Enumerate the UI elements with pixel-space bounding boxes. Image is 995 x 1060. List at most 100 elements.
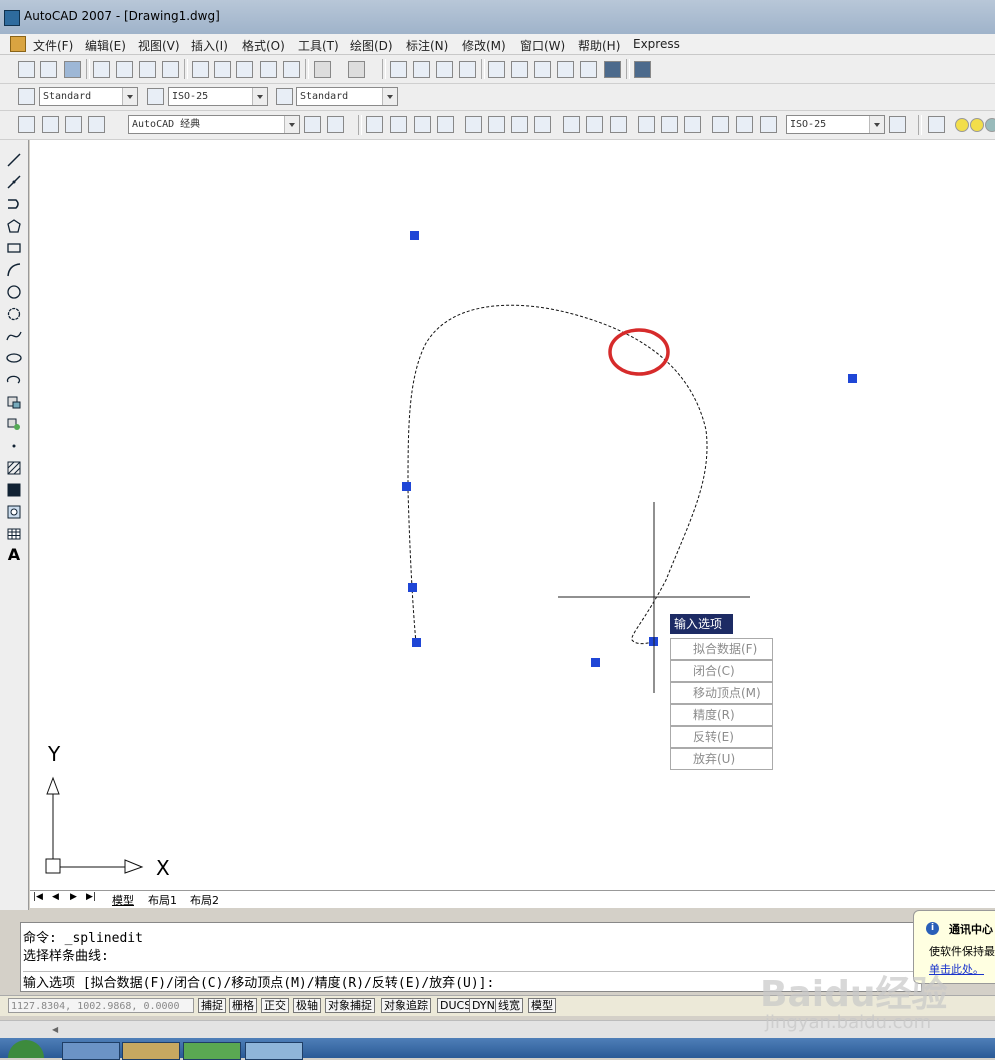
layer-previous-icon[interactable] [42,116,59,133]
drawing-canvas[interactable]: Y X [30,140,995,890]
open-icon[interactable] [40,61,57,78]
tool-palettes-icon[interactable] [534,61,551,78]
workspace-select[interactable]: AutoCAD 经典 [128,115,300,134]
control-point-grip[interactable] [591,658,600,667]
dimension-update-icon[interactable] [760,116,777,133]
option-close[interactable]: 闭合(C) [670,660,773,682]
cut-icon[interactable] [192,61,209,78]
lightbulb-icon[interactable] [955,118,969,132]
sun-icon[interactable] [970,118,984,132]
prev-tab-icon[interactable]: ◀ [52,892,59,902]
menu-format[interactable]: 格式(O) [242,37,285,54]
tolerance-icon[interactable] [661,116,678,133]
jogged-dimension-icon[interactable] [488,116,505,133]
dim-style-icon[interactable] [147,88,164,105]
spline-icon[interactable] [6,328,22,344]
calculator-icon[interactable] [604,61,621,78]
otrack-toggle[interactable]: 对象追踪 [381,998,431,1013]
ordinate-dimension-icon[interactable] [437,116,454,133]
option-reverse[interactable]: 反转(E) [670,726,773,748]
tab-model[interactable]: 模型 [112,892,134,908]
dimension-text-edit-icon[interactable] [736,116,753,133]
arc-length-icon[interactable] [414,116,431,133]
next-tab-icon[interactable]: ▶ [70,892,77,902]
freeze-icon[interactable] [985,118,995,132]
autocad-app-icon[interactable] [4,10,20,26]
pan-icon[interactable] [390,61,407,78]
selected-spline[interactable] [407,304,708,645]
quick-dimension-icon[interactable] [563,116,580,133]
markup-icon[interactable] [580,61,597,78]
option-fit-data[interactable]: 拟合数据(F) [670,638,773,660]
chevron-down-icon[interactable] [869,116,884,133]
dyn-toggle[interactable]: DYN [469,998,498,1013]
chevron-down-icon[interactable] [284,116,299,133]
revision-cloud-icon[interactable] [6,306,22,322]
hatch-icon[interactable] [6,460,22,476]
polar-toggle[interactable]: 极轴 [293,998,321,1013]
taskbar-app-icon[interactable] [62,1042,120,1060]
ellipse-icon[interactable] [6,350,22,366]
taskbar-explorer-icon[interactable] [122,1042,180,1060]
menu-tools[interactable]: 工具(T) [298,37,339,54]
print-preview-icon[interactable] [116,61,133,78]
taskbar-autocad-icon[interactable] [245,1042,303,1060]
continue-dimension-icon[interactable] [610,116,627,133]
baseline-dimension-icon[interactable] [586,116,603,133]
multiline-text-icon[interactable]: A [6,546,22,564]
ortho-toggle[interactable]: 正交 [261,998,289,1013]
option-undo[interactable]: 放弃(U) [670,748,773,770]
first-tab-icon[interactable]: |◀ [33,892,43,902]
chevron-down-icon[interactable] [252,88,267,105]
chevron-down-icon[interactable] [122,88,137,105]
control-point-grip[interactable] [402,482,411,491]
properties-icon[interactable] [488,61,505,78]
make-block-icon[interactable] [6,416,22,432]
match-properties-icon[interactable] [260,61,277,78]
copy-icon[interactable] [214,61,231,78]
layer-state-icon[interactable] [65,116,82,133]
document-icon[interactable] [10,36,26,52]
menu-window[interactable]: 窗口(W) [520,37,565,54]
control-point-grip[interactable] [408,583,417,592]
aligned-dimension-icon[interactable] [390,116,407,133]
construction-line-icon[interactable] [6,174,22,190]
tab-layout1[interactable]: 布局1 [148,892,177,908]
control-point-grip[interactable] [412,638,421,647]
dim-style-select[interactable]: ISO-25 [168,87,268,106]
text-style-icon[interactable] [18,88,35,105]
menu-view[interactable]: 视图(V) [138,37,180,54]
zoom-realtime-icon[interactable] [413,61,430,78]
model-toggle[interactable]: 模型 [528,998,556,1013]
layers-icon[interactable] [928,116,945,133]
sheet-set-icon[interactable] [557,61,574,78]
new-icon[interactable] [18,61,35,78]
tab-layout2[interactable]: 布局2 [190,892,219,908]
redo-icon[interactable] [348,61,365,78]
publish-icon[interactable] [139,61,156,78]
insert-block-icon[interactable] [6,394,22,410]
menu-dimension[interactable]: 标注(N) [406,37,448,54]
ellipse-arc-icon[interactable] [6,372,22,388]
save-workspace-icon[interactable] [327,116,344,133]
line-icon[interactable] [6,152,22,168]
layer-iso-icon[interactable] [88,116,105,133]
undo-icon[interactable] [314,61,331,78]
menu-modify[interactable]: 修改(M) [462,37,506,54]
snap-toggle[interactable]: 捕捉 [198,998,226,1013]
menu-edit[interactable]: 编辑(E) [85,37,126,54]
workspace-settings-icon[interactable] [304,116,321,133]
circle-icon[interactable] [6,284,22,300]
linear-dimension-icon[interactable] [366,116,383,133]
coordinate-readout[interactable]: 1127.8304, 1002.9868, 0.0000 [8,998,194,1013]
globe-icon[interactable] [162,61,179,78]
angular-dimension-icon[interactable] [534,116,551,133]
scroll-left-icon[interactable]: ◀ [52,1025,58,1034]
center-mark-icon[interactable] [684,116,701,133]
osnap-toggle[interactable]: 对象捕捉 [325,998,375,1013]
option-refine[interactable]: 精度(R) [670,704,773,726]
control-point-grip[interactable] [848,374,857,383]
last-tab-icon[interactable]: ▶| [86,892,96,902]
lineweight-toggle[interactable]: 线宽 [495,998,523,1013]
menu-draw[interactable]: 绘图(D) [350,37,393,54]
